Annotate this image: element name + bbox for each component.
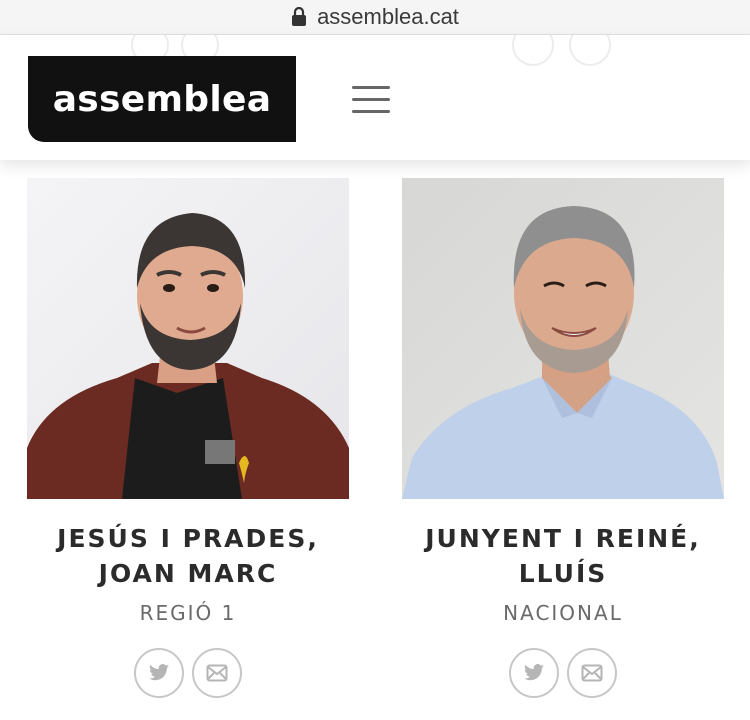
member-photo — [402, 178, 724, 499]
member-name: JESÚS I PRADES, JOAN MARC — [27, 521, 349, 591]
logo-text: assemblea — [52, 78, 272, 120]
mail-icon — [206, 664, 228, 682]
hamburger-icon-line — [352, 86, 390, 89]
hamburger-icon-line — [352, 98, 390, 101]
member-photo — [27, 178, 349, 499]
member-card: JUNYENT I REINÉ, LLUÍS NACIONAL — [402, 178, 724, 698]
member-name: JUNYENT I REINÉ, LLUÍS — [402, 521, 724, 591]
member-card: JESÚS I PRADES, JOAN MARC REGIÓ 1 — [27, 178, 349, 698]
hamburger-icon-line — [352, 110, 390, 113]
member-role: NACIONAL — [503, 601, 623, 625]
hamburger-menu-button[interactable] — [352, 86, 390, 114]
twitter-icon — [149, 664, 169, 681]
member-name-line: JESÚS I PRADES, — [57, 524, 319, 553]
twitter-button[interactable] — [134, 648, 184, 698]
twitter-button[interactable] — [509, 648, 559, 698]
member-name-line: LLUÍS — [518, 559, 608, 588]
member-name-line: JUNYENT I REINÉ, — [425, 524, 701, 553]
ghost-icons-2 — [512, 35, 611, 66]
member-role: REGIÓ 1 — [139, 601, 237, 625]
url-text: assemblea.cat — [317, 4, 459, 29]
email-button[interactable] — [567, 648, 617, 698]
browser-url-bar[interactable]: assemblea.cat — [0, 0, 750, 35]
mail-icon — [581, 664, 603, 682]
lock-icon — [292, 7, 307, 26]
site-logo[interactable]: assemblea — [28, 56, 296, 142]
member-name-line: JOAN MARC — [98, 559, 278, 588]
social-links — [402, 648, 724, 698]
twitter-icon — [524, 664, 544, 681]
site-header: assemblea — [0, 35, 750, 160]
email-button[interactable] — [192, 648, 242, 698]
social-links — [27, 648, 349, 698]
